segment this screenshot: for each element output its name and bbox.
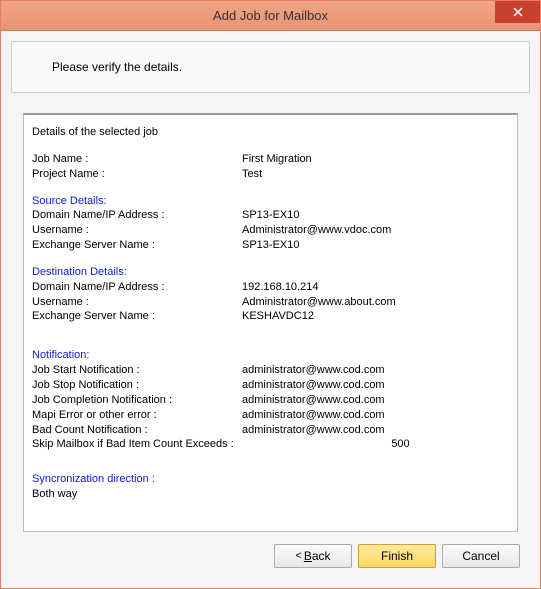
- button-bar: < Back Finish Cancel: [11, 532, 530, 578]
- notif-stop-value: administrator@www.cod.com: [242, 378, 509, 393]
- job-name-value: First Migration: [242, 152, 509, 167]
- job-name-label: Job Name :: [32, 152, 242, 167]
- dest-domain-label: Domain Name/IP Address :: [32, 280, 242, 295]
- close-icon: [513, 7, 523, 17]
- source-domain-value: SP13-EX10: [242, 208, 509, 223]
- notif-stop-label: Job Stop Notification :: [32, 378, 242, 393]
- back-button[interactable]: < Back: [274, 544, 352, 568]
- window-title: Add Job for Mailbox: [1, 8, 540, 23]
- notif-skip-value: 500: [292, 437, 509, 452]
- project-name-value: Test: [242, 167, 509, 182]
- dest-exchange-value: KESHAVDC12: [242, 309, 509, 324]
- notif-skip-label: Skip Mailbox if Bad Item Count Exceeds :: [32, 437, 292, 452]
- dest-username-label: Username :: [32, 295, 242, 310]
- content-area: Please verify the details. Details of th…: [1, 31, 540, 588]
- source-exchange-label: Exchange Server Name :: [32, 238, 242, 253]
- dialog-window: Add Job for Mailbox Please verify the de…: [0, 0, 541, 589]
- project-name-label: Project Name :: [32, 167, 242, 182]
- notif-badcount-value: administrator@www.cod.com: [242, 423, 509, 438]
- instruction-text: Please verify the details.: [52, 60, 182, 74]
- back-arrow-icon: <: [295, 550, 301, 562]
- details-panel: Details of the selected job Job Name : F…: [23, 113, 518, 532]
- source-heading: Source Details:: [32, 194, 509, 209]
- titlebar: Add Job for Mailbox: [1, 1, 540, 31]
- sync-heading: Syncronization direction :: [32, 472, 509, 487]
- notif-start-value: administrator@www.cod.com: [242, 363, 509, 378]
- notif-completion-value: administrator@www.cod.com: [242, 393, 509, 408]
- sync-value: Both way: [32, 487, 509, 502]
- dest-domain-value: 192.168.10.214: [242, 280, 509, 295]
- dest-exchange-label: Exchange Server Name :: [32, 309, 242, 324]
- source-username-label: Username :: [32, 223, 242, 238]
- notification-heading: Notification:: [32, 348, 509, 363]
- notif-completion-label: Job Completion Notification :: [32, 393, 242, 408]
- finish-button-label: Finish: [381, 549, 413, 563]
- cancel-button[interactable]: Cancel: [442, 544, 520, 568]
- source-exchange-value: SP13-EX10: [242, 238, 509, 253]
- back-button-label: ack: [312, 549, 331, 563]
- notif-mapi-label: Mapi Error or other error :: [32, 408, 242, 423]
- source-username-value: Administrator@www.vdoc.com: [242, 223, 509, 238]
- instruction-panel: Please verify the details.: [11, 41, 530, 93]
- notif-start-label: Job Start Notification :: [32, 363, 242, 378]
- destination-heading: Destination Details:: [32, 265, 509, 280]
- details-heading: Details of the selected job: [32, 125, 509, 140]
- close-button[interactable]: [495, 1, 540, 23]
- dest-username-value: Administrator@www.about.com: [242, 295, 509, 310]
- notif-mapi-value: administrator@www.cod.com: [242, 408, 509, 423]
- cancel-button-label: Cancel: [462, 549, 499, 563]
- notif-badcount-label: Bad Count Notification :: [32, 423, 242, 438]
- source-domain-label: Domain Name/IP Address :: [32, 208, 242, 223]
- finish-button[interactable]: Finish: [358, 544, 436, 568]
